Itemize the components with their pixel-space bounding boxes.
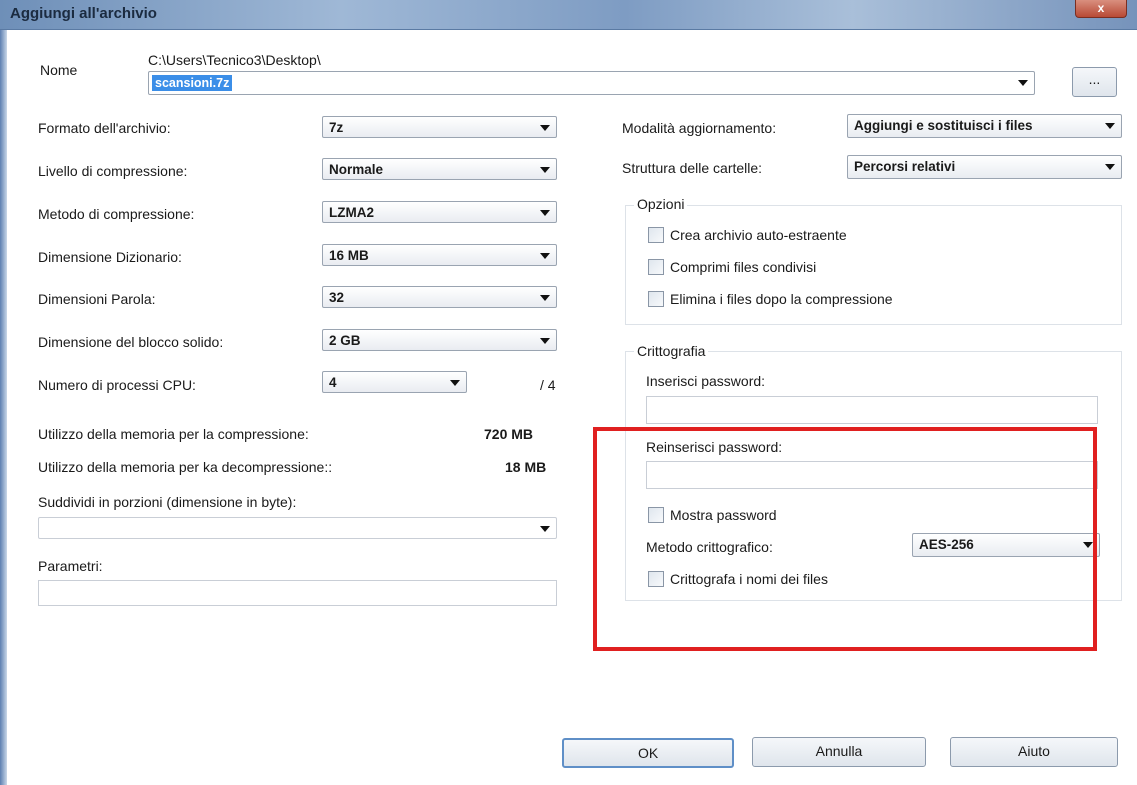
method-value: LZMA2 xyxy=(329,205,374,220)
ok-button[interactable]: OK xyxy=(562,738,734,768)
dict-combo[interactable]: 16 MB xyxy=(322,244,557,266)
solid-label: Dimensione del blocco solido: xyxy=(38,334,224,350)
level-combo[interactable]: Normale xyxy=(322,158,557,180)
delete-label[interactable]: Elimina i files dopo la compressione xyxy=(670,291,893,307)
paths-combo[interactable]: Percorsi relativi xyxy=(847,155,1122,179)
chevron-down-icon[interactable] xyxy=(540,295,550,301)
mem-comp-value: 720 MB xyxy=(484,426,534,442)
browse-button[interactable]: ... xyxy=(1072,67,1117,97)
chevron-down-icon[interactable] xyxy=(450,380,460,386)
password-input[interactable] xyxy=(646,396,1098,424)
options-title: Opzioni xyxy=(634,196,688,212)
params-label: Parametri: xyxy=(38,558,103,574)
solid-combo[interactable]: 2 GB xyxy=(322,329,557,351)
title-bar xyxy=(0,0,1137,30)
window-left-edge xyxy=(0,30,7,785)
chevron-down-icon[interactable] xyxy=(540,526,550,532)
sfx-label[interactable]: Crea archivio auto-estraente xyxy=(670,227,847,243)
archive-path: C:\Users\Tecnico3\Desktop\ xyxy=(148,52,321,68)
crypto-title: Crittografia xyxy=(634,343,709,359)
chevron-down-icon[interactable] xyxy=(1018,80,1028,86)
update-mode-value: Aggiungi e sostituisci i files xyxy=(854,118,1033,133)
format-combo[interactable]: 7z xyxy=(322,116,557,138)
level-label: Livello di compressione: xyxy=(38,163,188,179)
highlight-rectangle xyxy=(593,427,1097,651)
chevron-down-icon[interactable] xyxy=(1105,164,1115,170)
chevron-down-icon[interactable] xyxy=(540,210,550,216)
chevron-down-icon[interactable] xyxy=(540,125,550,131)
cpu-value: 4 xyxy=(329,375,337,390)
split-combo[interactable] xyxy=(38,517,557,539)
method-combo[interactable]: LZMA2 xyxy=(322,201,557,223)
chevron-down-icon[interactable] xyxy=(1105,123,1115,129)
mem-decomp-value: 18 MB xyxy=(505,459,547,475)
cpu-max: / 4 xyxy=(540,377,556,393)
word-combo[interactable]: 32 xyxy=(322,286,557,308)
params-input[interactable] xyxy=(38,580,557,606)
mem-decomp-label: Utilizzo della memoria per ka decompress… xyxy=(38,459,333,475)
archive-name-value[interactable]: scansioni.7z xyxy=(152,75,233,91)
cancel-button[interactable]: Annulla xyxy=(752,737,926,767)
close-button[interactable]: x xyxy=(1075,0,1127,18)
mem-comp-label: Utilizzo della memoria per la compressio… xyxy=(38,426,309,442)
update-mode-label: Modalità aggiornamento: xyxy=(622,120,777,136)
paths-value: Percorsi relativi xyxy=(854,159,956,174)
paths-label: Struttura delle cartelle: xyxy=(622,160,763,176)
chevron-down-icon[interactable] xyxy=(540,338,550,344)
format-label: Formato dell'archivio: xyxy=(38,120,171,136)
split-label: Suddividi in porzioni (dimensione in byt… xyxy=(38,494,297,510)
cpu-label: Numero di processi CPU: xyxy=(38,377,196,393)
help-button[interactable]: Aiuto xyxy=(950,737,1118,767)
update-mode-combo[interactable]: Aggiungi e sostituisci i files xyxy=(847,114,1122,138)
method-label: Metodo di compressione: xyxy=(38,206,195,222)
dict-value: 16 MB xyxy=(329,248,369,263)
word-value: 32 xyxy=(329,290,345,305)
solid-value: 2 GB xyxy=(329,333,361,348)
shared-checkbox[interactable] xyxy=(648,259,664,275)
password-label: Inserisci password: xyxy=(646,373,766,389)
shared-label[interactable]: Comprimi files condivisi xyxy=(670,259,816,275)
dict-label: Dimensione Dizionario: xyxy=(38,249,182,265)
format-value: 7z xyxy=(329,120,344,135)
window-title: Aggiungi all'archivio xyxy=(10,5,157,22)
sfx-checkbox[interactable] xyxy=(648,227,664,243)
chevron-down-icon[interactable] xyxy=(540,253,550,259)
name-label: Nome xyxy=(40,62,78,78)
chevron-down-icon[interactable] xyxy=(540,167,550,173)
archive-name-combo[interactable]: scansioni.7z xyxy=(148,71,1035,95)
level-value: Normale xyxy=(329,162,384,177)
word-label: Dimensioni Parola: xyxy=(38,291,156,307)
delete-checkbox[interactable] xyxy=(648,291,664,307)
cpu-combo[interactable]: 4 xyxy=(322,371,467,393)
